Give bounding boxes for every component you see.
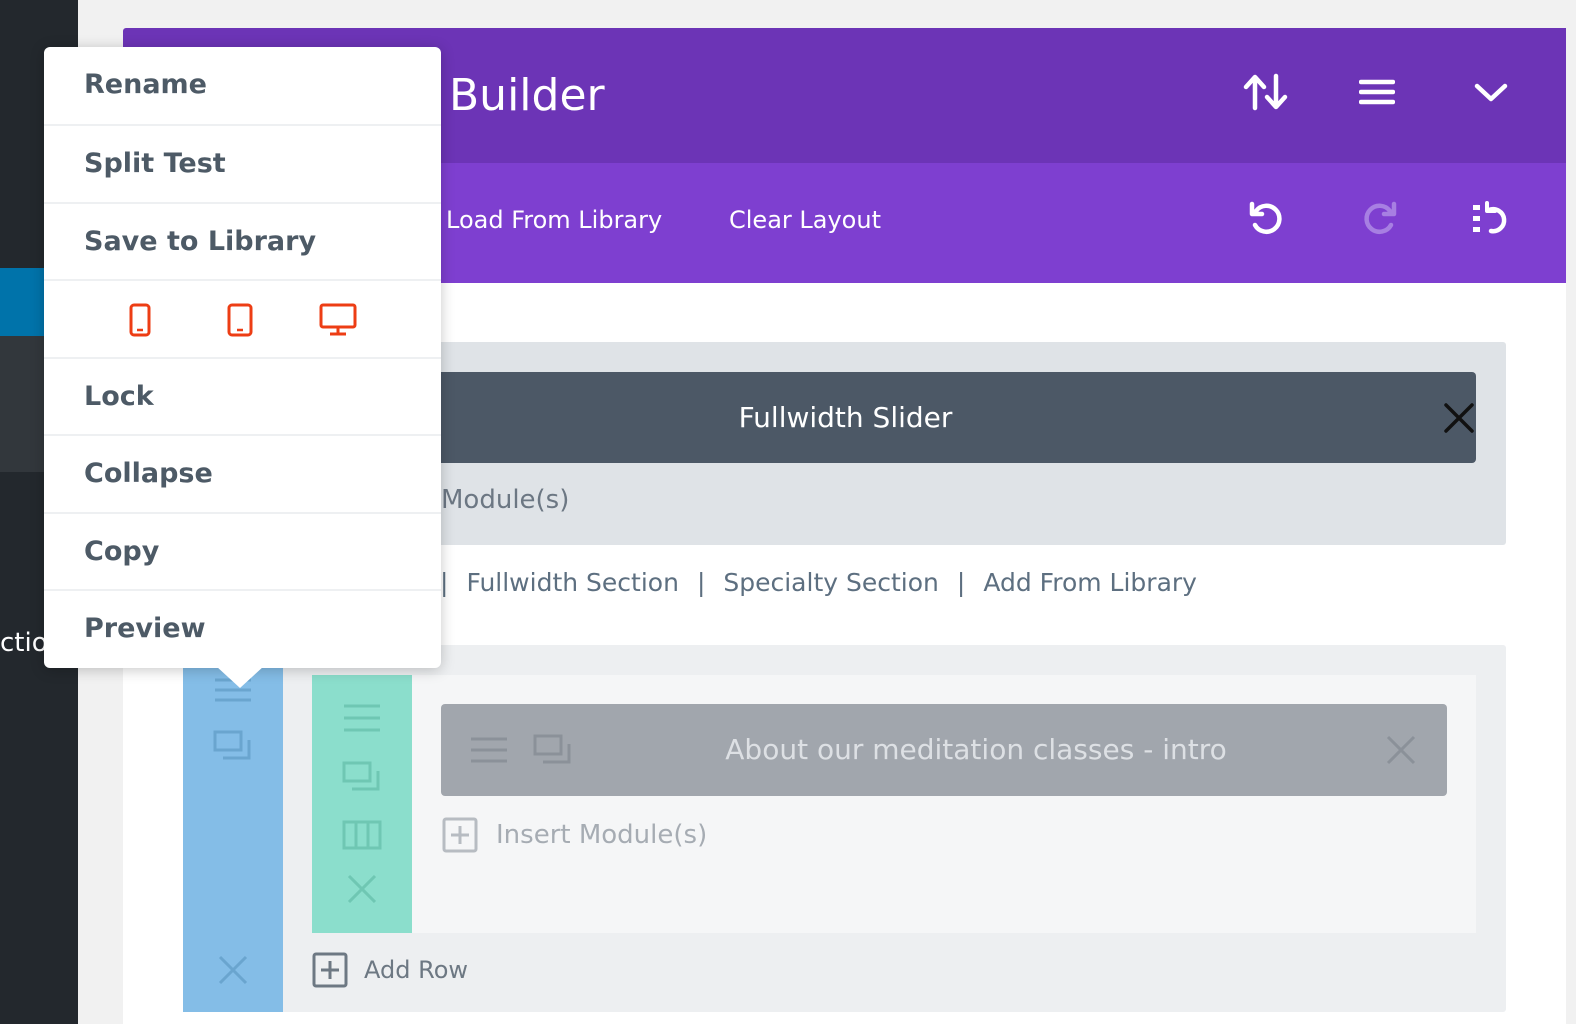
add-section-links: | Fullwidth Section | Specialty Section | Add… <box>440 566 1197 600</box>
add-row-button[interactable]: Add Row <box>312 952 468 988</box>
plus-box-icon <box>442 817 478 853</box>
section-handle[interactable] <box>183 668 283 1012</box>
close-icon[interactable] <box>1443 402 1475 434</box>
separator: | <box>696 568 706 597</box>
duplicate-icon[interactable] <box>342 761 382 793</box>
phone-icon[interactable] <box>128 303 152 337</box>
row-handle[interactable] <box>312 675 412 933</box>
separator: | <box>440 568 449 597</box>
close-icon[interactable] <box>217 954 249 986</box>
desktop-icon[interactable] <box>319 303 357 337</box>
sort-arrows-icon[interactable] <box>1243 72 1289 112</box>
menu-item-lock[interactable]: Lock <box>44 357 441 434</box>
columns-icon[interactable] <box>342 820 382 850</box>
menu-item-device-visibility <box>44 279 441 356</box>
fullwidth-section-link[interactable]: Fullwidth Section <box>466 568 679 597</box>
hamburger-menu-icon[interactable] <box>1359 72 1395 112</box>
redo-icon[interactable] <box>1359 199 1399 239</box>
builder-title: Builder <box>449 70 605 121</box>
add-row-label: Add Row <box>364 956 469 984</box>
insert-module-label: Insert Module(s) <box>496 820 708 850</box>
specialty-section-link[interactable]: Specialty Section <box>723 568 939 597</box>
menu-item-label: Rename <box>84 69 207 100</box>
load-from-library-button[interactable]: Load From Library <box>446 203 662 237</box>
menu-item-split-test[interactable]: Split Test <box>44 124 441 201</box>
wp-sidebar-partial-label: ctio <box>0 628 48 658</box>
close-icon[interactable] <box>1385 734 1417 766</box>
add-from-library-link[interactable]: Add From Library <box>983 568 1197 597</box>
insert-module-link[interactable]: Module(s) <box>441 485 569 515</box>
chevron-down-icon[interactable] <box>1471 72 1511 112</box>
menu-item-label: Lock <box>84 381 154 412</box>
module-title: About our meditation classes - intro <box>725 733 1227 766</box>
hamburger-menu-icon[interactable] <box>342 701 382 735</box>
context-menu-pointer <box>216 666 264 688</box>
menu-item-label: Split Test <box>84 148 226 179</box>
menu-item-save-to-library[interactable]: Save to Library <box>44 202 441 279</box>
insert-module-button[interactable]: Insert Module(s) <box>442 817 708 853</box>
menu-item-label: Copy <box>84 536 160 567</box>
menu-item-preview[interactable]: Preview <box>44 589 441 666</box>
separator: | <box>956 568 966 597</box>
menu-item-label: Save to Library <box>84 226 317 257</box>
duplicate-icon[interactable] <box>213 730 253 762</box>
clear-layout-button[interactable]: Clear Layout <box>729 203 881 237</box>
menu-item-label: Collapse <box>84 458 213 489</box>
text-module[interactable]: About our meditation classes - intro <box>441 704 1447 796</box>
undo-icon[interactable] <box>1247 199 1287 239</box>
menu-item-copy[interactable]: Copy <box>44 512 441 589</box>
menu-item-label: Preview <box>84 613 206 644</box>
history-icon[interactable] <box>1469 199 1509 239</box>
menu-item-rename[interactable]: Rename <box>44 47 441 124</box>
menu-item-collapse[interactable]: Collapse <box>44 434 441 511</box>
tablet-icon[interactable] <box>226 303 254 337</box>
close-icon[interactable] <box>346 873 378 905</box>
context-menu: Rename Split Test Save to Library Lock C… <box>44 47 441 668</box>
plus-box-icon <box>312 952 348 988</box>
